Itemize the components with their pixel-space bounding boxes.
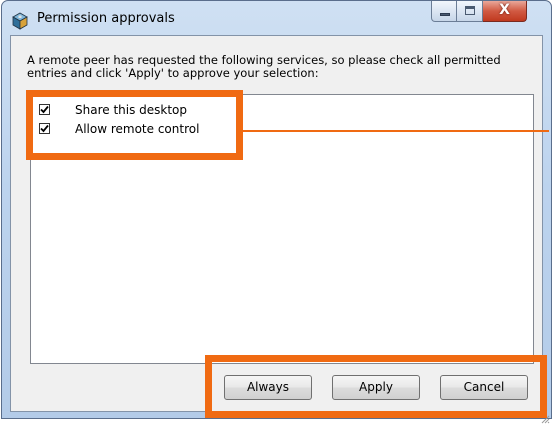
apply-button[interactable]: Apply	[332, 375, 420, 400]
title-bar[interactable]: Permission approvals X	[2, 1, 551, 35]
instructions-text: A remote peer has requested the followin…	[27, 53, 501, 80]
services-list[interactable]: Share this desktop Allow remote control	[30, 94, 534, 364]
share-desktop-label: Share this desktop	[75, 103, 188, 117]
checkmark-icon	[40, 124, 49, 133]
close-button[interactable]: X	[483, 1, 527, 22]
resize-grip-icon[interactable]	[540, 409, 550, 424]
close-icon: X	[499, 2, 510, 18]
checkmark-icon	[40, 105, 49, 114]
maximize-icon	[465, 6, 475, 15]
minimize-button[interactable]	[431, 1, 457, 22]
share-desktop-checkbox[interactable]	[39, 104, 50, 115]
list-item-share-desktop[interactable]: Share this desktop	[39, 103, 289, 119]
minimize-icon	[440, 13, 450, 16]
cancel-button[interactable]: Cancel	[440, 375, 528, 400]
allow-remote-control-checkbox[interactable]	[39, 123, 50, 134]
annotation-callout-line	[243, 130, 549, 132]
always-button[interactable]: Always	[224, 375, 312, 400]
window-title: Permission approvals	[37, 11, 175, 26]
allow-remote-control-label: Allow remote control	[75, 122, 200, 136]
app-cube-icon	[11, 12, 29, 30]
maximize-button[interactable]	[457, 1, 483, 22]
